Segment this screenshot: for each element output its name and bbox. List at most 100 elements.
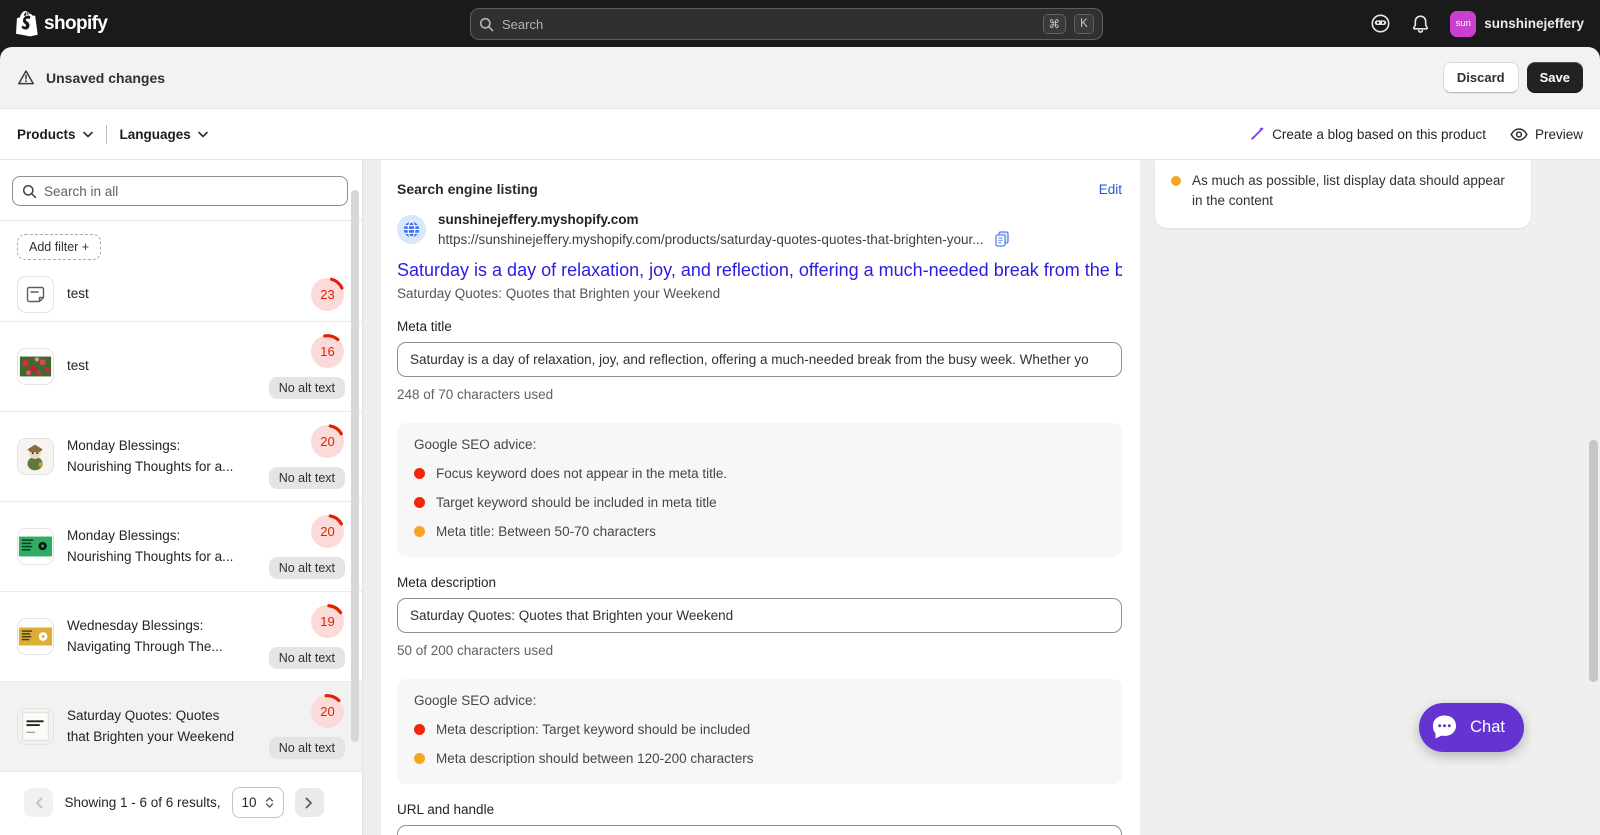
sidebar-scrollbar[interactable] xyxy=(351,190,359,742)
stepper-icon xyxy=(265,796,274,809)
section-title: Search engine listing xyxy=(397,181,538,197)
search-icon xyxy=(479,17,494,32)
no-alt-text-badge: No alt text xyxy=(268,737,345,759)
pagination: Showing 1 - 6 of 6 results, 10 xyxy=(0,787,348,818)
page-size-value: 10 xyxy=(241,795,257,810)
advice-item: Target keyword should be included in met… xyxy=(414,495,1105,510)
chat-button[interactable]: Chat xyxy=(1419,703,1524,752)
page-size-select[interactable]: 10 xyxy=(231,787,284,818)
product-thumbnail xyxy=(17,438,54,475)
products-dropdown-label: Products xyxy=(17,126,76,142)
discard-button[interactable]: Discard xyxy=(1442,62,1519,93)
meta-title-input[interactable] xyxy=(397,342,1122,377)
serp-url: https://sunshinejeffery.myshopify.com/pr… xyxy=(438,231,984,247)
advice-item: Meta title: Between 50-70 characters xyxy=(414,524,1105,539)
user-name: sunshinejeffery xyxy=(1484,16,1584,31)
seo-advice-box: Google SEO advice: Focus keyword does no… xyxy=(397,423,1122,557)
note-icon xyxy=(17,276,54,313)
issue-count-badge: 20 xyxy=(310,424,345,459)
save-button[interactable]: Save xyxy=(1526,62,1583,93)
k-keycap: K xyxy=(1074,14,1094,34)
no-alt-text-badge: No alt text xyxy=(268,377,345,399)
meta-description-input[interactable] xyxy=(397,598,1122,633)
warning-dot-icon xyxy=(1171,176,1181,186)
advice-item: Meta description: Target keyword should … xyxy=(414,722,1105,737)
list-item[interactable]: test 16 No alt text xyxy=(0,322,362,412)
serp-site: sunshinejeffery.myshopify.com xyxy=(438,212,639,227)
global-search-input[interactable] xyxy=(502,16,1035,32)
advice-item: Focus keyword does not appear in the met… xyxy=(414,466,1105,481)
product-thumbnail xyxy=(17,528,54,565)
create-blog-action[interactable]: Create a blog based on this product xyxy=(1249,126,1486,142)
divider xyxy=(0,220,362,221)
issue-count-badge: 23 xyxy=(310,277,345,312)
notifications-bell-icon[interactable] xyxy=(1411,14,1430,34)
add-filter-button[interactable]: Add filter + xyxy=(17,234,102,260)
search-icon xyxy=(22,184,37,199)
previous-page-button[interactable] xyxy=(24,788,54,817)
seo-tip-card: As much as possible, list display data s… xyxy=(1155,160,1531,228)
warning-dot-icon xyxy=(414,753,425,764)
copy-icon[interactable] xyxy=(994,231,1009,247)
chat-bubble-icon xyxy=(1428,711,1461,744)
issue-count-badge: 20 xyxy=(310,514,345,549)
eye-icon xyxy=(1510,127,1528,141)
error-dot-icon xyxy=(414,497,425,508)
user-menu[interactable]: sun sunshinejeffery xyxy=(1450,10,1584,37)
no-alt-text-badge: No alt text xyxy=(268,557,345,579)
no-alt-text-badge: No alt text xyxy=(268,467,345,489)
advice-heading: Google SEO advice: xyxy=(414,693,537,708)
warning-triangle-icon xyxy=(17,69,35,86)
globe-icon xyxy=(397,215,426,244)
serp-title-link[interactable]: Saturday is a day of relaxation, joy, an… xyxy=(397,260,1122,281)
sidekick-icon[interactable] xyxy=(1370,13,1391,34)
list-item[interactable]: Wednesday Blessings: Navigating Through … xyxy=(0,592,362,682)
warning-dot-icon xyxy=(414,526,425,537)
chevron-down-icon xyxy=(82,131,93,138)
meta-description-label: Meta description xyxy=(397,575,497,590)
advice-item: Meta description should between 120-200 … xyxy=(414,751,1105,766)
create-blog-label: Create a blog based on this product xyxy=(1272,126,1486,142)
topbar: shopify ⌘ K sun sunshinejeffery xyxy=(0,0,1600,47)
page-scrollbar[interactable] xyxy=(1589,440,1598,682)
list-item-title: Saturday Quotes: Quotes that Brighten yo… xyxy=(67,708,235,744)
error-dot-icon xyxy=(414,468,425,479)
pagination-summary: Showing 1 - 6 of 6 results, xyxy=(64,795,221,810)
languages-dropdown-label: Languages xyxy=(119,126,191,142)
shopify-bag-icon xyxy=(16,10,39,37)
list-item[interactable]: Monday Blessings: Nourishing Thoughts fo… xyxy=(0,412,362,502)
seo-panel: Search engine listing Edit sunshinejeffe… xyxy=(381,160,1140,835)
preview-label: Preview xyxy=(1534,126,1583,142)
nav-divider xyxy=(105,124,107,144)
edit-link[interactable]: Edit xyxy=(1099,182,1122,197)
sidebar-search-input[interactable] xyxy=(44,183,338,199)
resource-nav: Products Languages Create a blog based o… xyxy=(0,109,1600,160)
url-handle-input[interactable]: https://sunshinejeffery.myshopify.com/pr… xyxy=(397,825,1122,835)
list-item-title: Wednesday Blessings: Navigating Through … xyxy=(67,618,223,654)
chevron-down-icon xyxy=(197,131,208,138)
list-item-title: Monday Blessings: Nourishing Thoughts fo… xyxy=(67,528,234,564)
global-search[interactable]: ⌘ K xyxy=(470,8,1103,40)
chat-button-label: Chat xyxy=(1470,718,1505,736)
issue-count-badge: 19 xyxy=(310,604,345,639)
list-item-selected[interactable]: Saturday Quotes: Quotes that Brighten yo… xyxy=(0,682,362,772)
product-thumbnail xyxy=(17,348,54,385)
no-alt-text-badge: No alt text xyxy=(268,647,345,669)
list-item-title: test xyxy=(67,358,89,374)
sidebar-search[interactable] xyxy=(12,176,348,206)
product-thumbnail xyxy=(17,618,54,655)
serp-description: Saturday Quotes: Quotes that Brighten yo… xyxy=(397,286,721,301)
products-dropdown[interactable]: Products xyxy=(17,127,93,142)
cmd-keycap: ⌘ xyxy=(1042,14,1066,34)
languages-dropdown[interactable]: Languages xyxy=(120,127,208,142)
shopify-logo[interactable]: shopify xyxy=(16,10,108,37)
seo-tip-text: As much as possible, list display data s… xyxy=(1192,173,1505,209)
preview-action[interactable]: Preview xyxy=(1510,127,1583,142)
issue-count-badge: 20 xyxy=(310,694,345,729)
user-avatar: sun xyxy=(1450,10,1477,37)
unsaved-changes-label: Unsaved changes xyxy=(46,69,166,86)
list-item[interactable]: Monday Blessings: Nourishing Thoughts fo… xyxy=(0,502,362,592)
next-page-button[interactable] xyxy=(294,788,324,817)
list-item[interactable]: test 23 xyxy=(0,272,362,322)
meta-title-label: Meta title xyxy=(397,319,452,334)
